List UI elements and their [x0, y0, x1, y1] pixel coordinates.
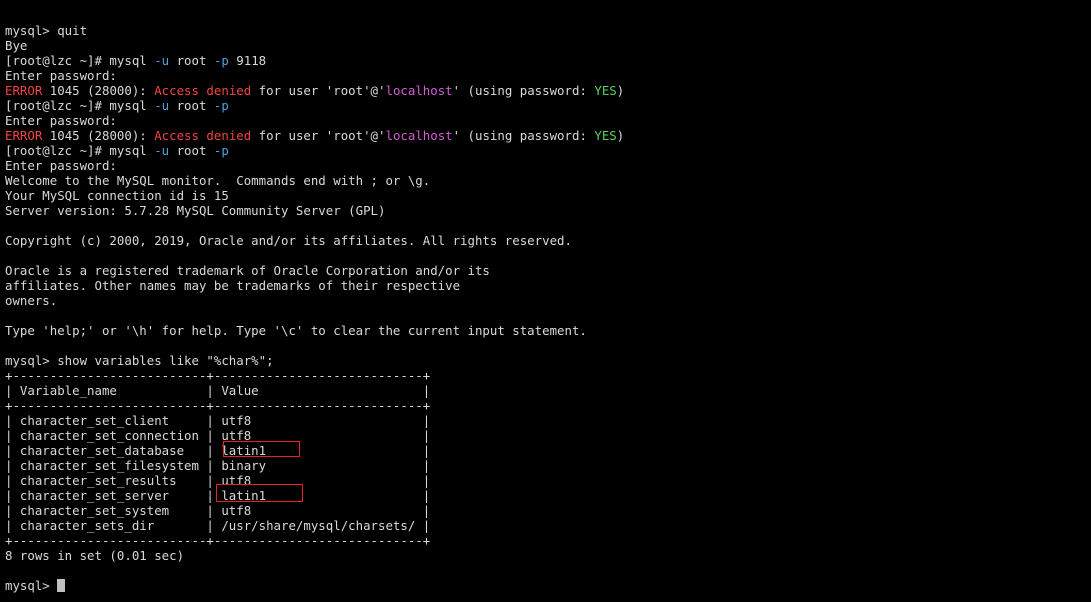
terminal-text-green: YES: [594, 128, 617, 143]
terminal-text: root: [169, 53, 214, 68]
terminal-text: Your MySQL connection id is 15: [5, 188, 229, 203]
terminal-output[interactable]: mysql> quit Bye [root@lzc ~]# mysql -u roo…: [5, 23, 1085, 593]
terminal-text: Enter password:: [5, 68, 117, 83]
terminal-line: Type 'help;' or '\h' for help. Type '\c'…: [5, 323, 1085, 338]
terminal-text: | character_set_connection | utf8 |: [5, 428, 431, 443]
terminal-text: Type 'help;' or '\h' for help. Type '\c'…: [5, 323, 587, 338]
terminal-text: root: [169, 98, 214, 113]
terminal-text: [root@lzc ~]# mysql: [5, 98, 155, 113]
terminal-text: affiliates. Other names may be trademark…: [5, 278, 461, 293]
terminal-line: +--------------------------+------------…: [5, 398, 1085, 413]
terminal-line: | character_set_client | utf8 |: [5, 413, 1085, 428]
terminal-text: Server version: 5.7.28 MySQL Community S…: [5, 203, 386, 218]
terminal-line: Copyright (c) 2000, 2019, Oracle and/or …: [5, 233, 1085, 248]
terminal-line: +--------------------------+------------…: [5, 368, 1085, 383]
terminal-text: ' (using password:: [452, 83, 595, 98]
terminal-cursor: [57, 579, 66, 592]
terminal-line: | character_set_server | latin1 |: [5, 488, 1085, 503]
terminal-text: [root@lzc ~]# mysql: [5, 53, 155, 68]
terminal-line: owners.: [5, 293, 1085, 308]
terminal-line: | character_sets_dir | /usr/share/mysql/…: [5, 518, 1085, 533]
terminal-text: for user 'root'@': [251, 83, 386, 98]
terminal-text: +--------------------------+------------…: [5, 533, 431, 548]
terminal-line: | character_set_filesystem | binary |: [5, 458, 1085, 473]
terminal-line: ERROR 1045 (28000): Access denied for us…: [5, 83, 1085, 98]
terminal-text: 1045 (28000):: [42, 83, 155, 98]
terminal-line: +--------------------------+------------…: [5, 533, 1085, 548]
terminal-text: Oracle is a registered trademark of Orac…: [5, 263, 490, 278]
highlight-box-server-latin1: [216, 484, 303, 502]
terminal-text: ): [616, 83, 625, 98]
terminal-text: owners.: [5, 293, 58, 308]
terminal-line: | Variable_name | Value |: [5, 383, 1085, 398]
terminal-line: | character_set_database | latin1 |: [5, 443, 1085, 458]
terminal-line: Welcome to the MySQL monitor. Commands e…: [5, 173, 1085, 188]
terminal-text: ' (using password:: [452, 128, 595, 143]
terminal-text-magenta: localhost: [385, 128, 453, 143]
terminal-text: 1045 (28000):: [42, 128, 155, 143]
terminal-line: | character_set_connection | utf8 |: [5, 428, 1085, 443]
terminal-line: Bye: [5, 38, 1085, 53]
terminal-text: mysql> quit: [5, 23, 88, 38]
terminal-text: Welcome to the MySQL monitor. Commands e…: [5, 173, 431, 188]
terminal-text: for user 'root'@': [251, 128, 386, 143]
terminal-text-cyan: -p: [213, 98, 229, 113]
terminal-text-cyan: -u: [154, 98, 170, 113]
terminal-line: Server version: 5.7.28 MySQL Community S…: [5, 203, 1085, 218]
terminal-text: +--------------------------+------------…: [5, 398, 431, 413]
terminal-text: Enter password:: [5, 158, 117, 173]
terminal-text: Bye: [5, 38, 28, 53]
terminal-line: Enter password:: [5, 113, 1085, 128]
terminal-text-red: ERROR: [5, 128, 43, 143]
terminal-text-red: Access denied: [154, 83, 252, 98]
terminal-line: mysql> quit: [5, 23, 1085, 38]
terminal-text: mysql>: [5, 578, 58, 593]
terminal-text: 9118: [228, 53, 267, 68]
terminal-text: +--------------------------+------------…: [5, 368, 431, 383]
terminal-text-magenta: localhost: [385, 83, 453, 98]
terminal-text-green: YES: [594, 83, 617, 98]
terminal-line: mysql>: [5, 578, 1085, 593]
terminal-text: | character_set_client | utf8 |: [5, 413, 431, 428]
terminal-line: Your MySQL connection id is 15: [5, 188, 1085, 203]
terminal-text: | character_set_database | latin1 |: [5, 443, 431, 458]
terminal-line: [root@lzc ~]# mysql -u root -p: [5, 98, 1085, 113]
terminal-text: | character_set_system | utf8 |: [5, 503, 431, 518]
terminal-text-red: Access denied: [154, 128, 252, 143]
terminal-text: Copyright (c) 2000, 2019, Oracle and/or …: [5, 233, 572, 248]
terminal-text: | character_set_filesystem | binary |: [5, 458, 431, 473]
terminal-text: Enter password:: [5, 113, 117, 128]
terminal-line: | character_set_results | utf8 |: [5, 473, 1085, 488]
terminal-line: Enter password:: [5, 68, 1085, 83]
terminal-text: root: [169, 143, 214, 158]
terminal-text-red: ERROR: [5, 83, 43, 98]
terminal-text-cyan: -p: [213, 143, 229, 158]
terminal-text: | character_sets_dir | /usr/share/mysql/…: [5, 518, 431, 533]
terminal-text-cyan: -p: [213, 53, 229, 68]
terminal-line: Oracle is a registered trademark of Orac…: [5, 263, 1085, 278]
terminal-line: mysql> show variables like "%char%";: [5, 353, 1085, 368]
terminal-line: Enter password:: [5, 158, 1085, 173]
terminal-line: ERROR 1045 (28000): Access denied for us…: [5, 128, 1085, 143]
terminal-line: [root@lzc ~]# mysql -u root -p 9118: [5, 53, 1085, 68]
terminal-line: affiliates. Other names may be trademark…: [5, 278, 1085, 293]
terminal-text: [root@lzc ~]# mysql: [5, 143, 155, 158]
terminal-text-cyan: -u: [154, 53, 170, 68]
terminal-text-cyan: -u: [154, 143, 170, 158]
terminal-text: 8 rows in set (0.01 sec): [5, 548, 185, 563]
highlight-box-database-latin1: [223, 441, 300, 457]
terminal-line: | character_set_system | utf8 |: [5, 503, 1085, 518]
terminal-text: ): [616, 128, 625, 143]
terminal-text: | Variable_name | Value |: [5, 383, 431, 398]
terminal-line: 8 rows in set (0.01 sec): [5, 548, 1085, 563]
terminal-text: mysql> show variables like "%char%";: [5, 353, 274, 368]
terminal-line: [root@lzc ~]# mysql -u root -p: [5, 143, 1085, 158]
